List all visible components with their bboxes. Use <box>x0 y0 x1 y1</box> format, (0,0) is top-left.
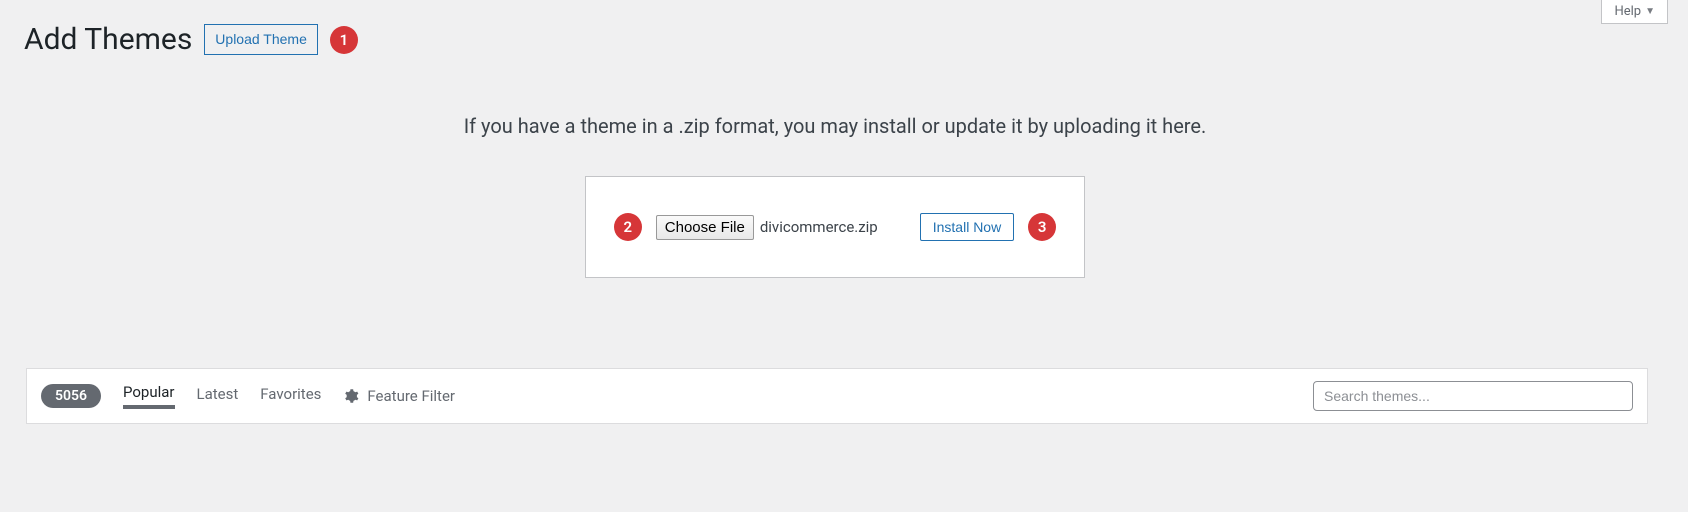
gear-icon <box>343 388 359 404</box>
selected-file-name: divicommerce.zip <box>760 218 878 236</box>
theme-filter-bar: 5056 Popular Latest Favorites Feature Fi… <box>26 368 1648 424</box>
tab-latest[interactable]: Latest <box>197 385 239 407</box>
annotation-step-2: 2 <box>614 213 642 241</box>
upload-instructions: If you have a theme in a .zip format, yo… <box>2 114 1668 138</box>
help-tab-label: Help <box>1614 4 1641 19</box>
search-input[interactable] <box>1313 381 1633 411</box>
page-title: Add Themes <box>24 20 192 59</box>
feature-filter-label: Feature Filter <box>367 387 455 405</box>
help-tab[interactable]: Help <box>1601 0 1668 24</box>
install-now-button[interactable]: Install Now <box>920 213 1014 241</box>
upload-form: 2 Choose File divicommerce.zip Install N… <box>585 176 1085 278</box>
upload-section: If you have a theme in a .zip format, yo… <box>2 114 1668 278</box>
feature-filter-button[interactable]: Feature Filter <box>343 387 455 405</box>
annotation-step-1: 1 <box>330 26 358 54</box>
choose-file-button[interactable]: Choose File <box>656 215 754 240</box>
theme-count: 5056 <box>41 384 101 408</box>
tab-favorites[interactable]: Favorites <box>260 385 321 407</box>
search-box <box>1313 381 1633 411</box>
tab-popular[interactable]: Popular <box>123 383 175 409</box>
upload-theme-button[interactable]: Upload Theme <box>204 24 318 55</box>
annotation-step-3: 3 <box>1028 213 1056 241</box>
page-header: Add Themes Upload Theme 1 <box>24 20 1668 59</box>
